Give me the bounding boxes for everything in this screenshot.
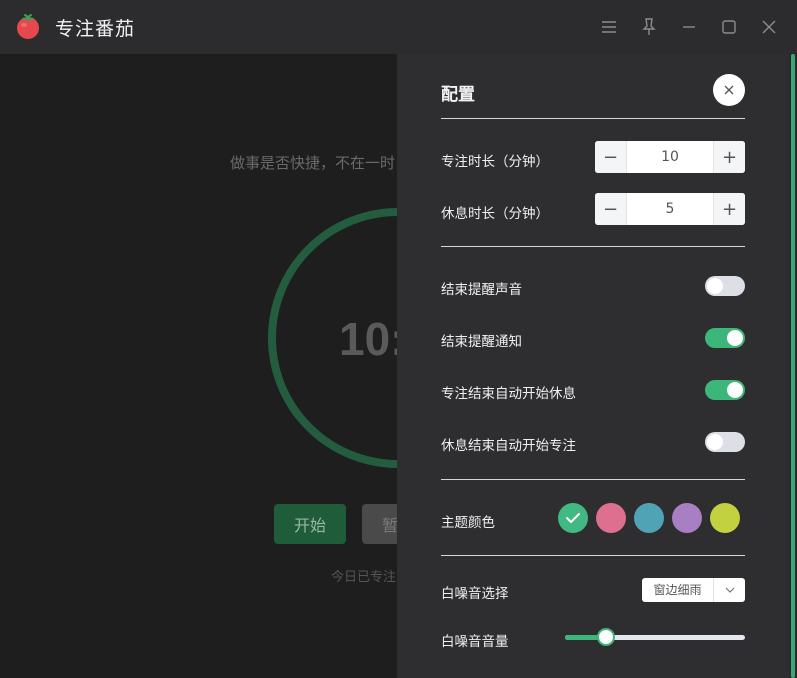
white-noise-label: 白噪音选择 [441, 586, 509, 602]
slider-thumb[interactable] [597, 628, 616, 646]
divider [441, 118, 745, 119]
white-noise-select[interactable]: 窗边细雨 [642, 578, 745, 602]
white-noise-selected: 窗边细雨 [642, 578, 714, 602]
end-notify-label: 结束提醒通知 [441, 334, 522, 350]
scroll-thumb[interactable] [791, 54, 795, 678]
theme-swatch-green[interactable] [558, 503, 588, 533]
close-icon [724, 85, 734, 95]
focus-increase-button[interactable]: + [713, 141, 745, 173]
tomato-icon [14, 12, 42, 40]
end-sound-toggle[interactable] [705, 276, 745, 296]
check-icon [566, 513, 580, 523]
divider [441, 479, 745, 480]
config-close-button[interactable] [713, 74, 745, 106]
start-button[interactable]: 开始 [274, 504, 346, 544]
focus-duration-value[interactable]: 10 [627, 141, 713, 173]
focus-duration-stepper: − 10 + [595, 141, 745, 173]
scrollbar[interactable] [789, 54, 797, 678]
timer-display: 10: [339, 313, 406, 365]
theme-color-label: 主题颜色 [441, 515, 495, 531]
volume-label: 白噪音音量 [441, 634, 509, 650]
end-sound-label: 结束提醒声音 [441, 282, 522, 298]
quote-text: 做事是否快捷，不在一时 [230, 154, 396, 172]
auto-rest-label: 专注结束自动开始休息 [441, 386, 576, 402]
config-title: 配置 [441, 85, 475, 105]
maximize-icon[interactable] [716, 14, 742, 40]
menu-icon[interactable] [596, 14, 622, 40]
rest-duration-value[interactable]: 5 [627, 193, 713, 225]
title-bar: 专注番茄 [0, 0, 797, 54]
minimize-icon[interactable] [676, 14, 702, 40]
volume-slider[interactable] [565, 626, 745, 648]
focus-decrease-button[interactable]: − [595, 141, 627, 173]
rest-increase-button[interactable]: + [713, 193, 745, 225]
app-title: 专注番茄 [55, 18, 136, 40]
theme-swatch-teal[interactable] [634, 503, 664, 533]
pin-icon[interactable] [636, 14, 662, 40]
theme-swatch-lime[interactable] [710, 503, 740, 533]
divider [441, 555, 745, 556]
chevron-down-icon [714, 587, 745, 593]
config-panel: 配置 专注时长（分钟） − 10 + 休息时长（分钟） − 5 + 结束提醒声音… [397, 54, 789, 678]
focus-duration-label: 专注时长（分钟） [441, 154, 549, 170]
auto-rest-toggle[interactable] [705, 380, 745, 400]
theme-swatch-pink[interactable] [596, 503, 626, 533]
divider [441, 246, 745, 247]
rest-decrease-button[interactable]: − [595, 193, 627, 225]
rest-duration-stepper: − 5 + [595, 193, 745, 225]
theme-swatch-purple[interactable] [672, 503, 702, 533]
rest-duration-label: 休息时长（分钟） [441, 206, 549, 222]
close-icon[interactable] [756, 14, 782, 40]
auto-focus-label: 休息结束自动开始专注 [441, 438, 576, 454]
today-focus-text: 今日已专注 [331, 570, 397, 585]
end-notify-toggle[interactable] [705, 328, 745, 348]
auto-focus-toggle[interactable] [705, 432, 745, 452]
